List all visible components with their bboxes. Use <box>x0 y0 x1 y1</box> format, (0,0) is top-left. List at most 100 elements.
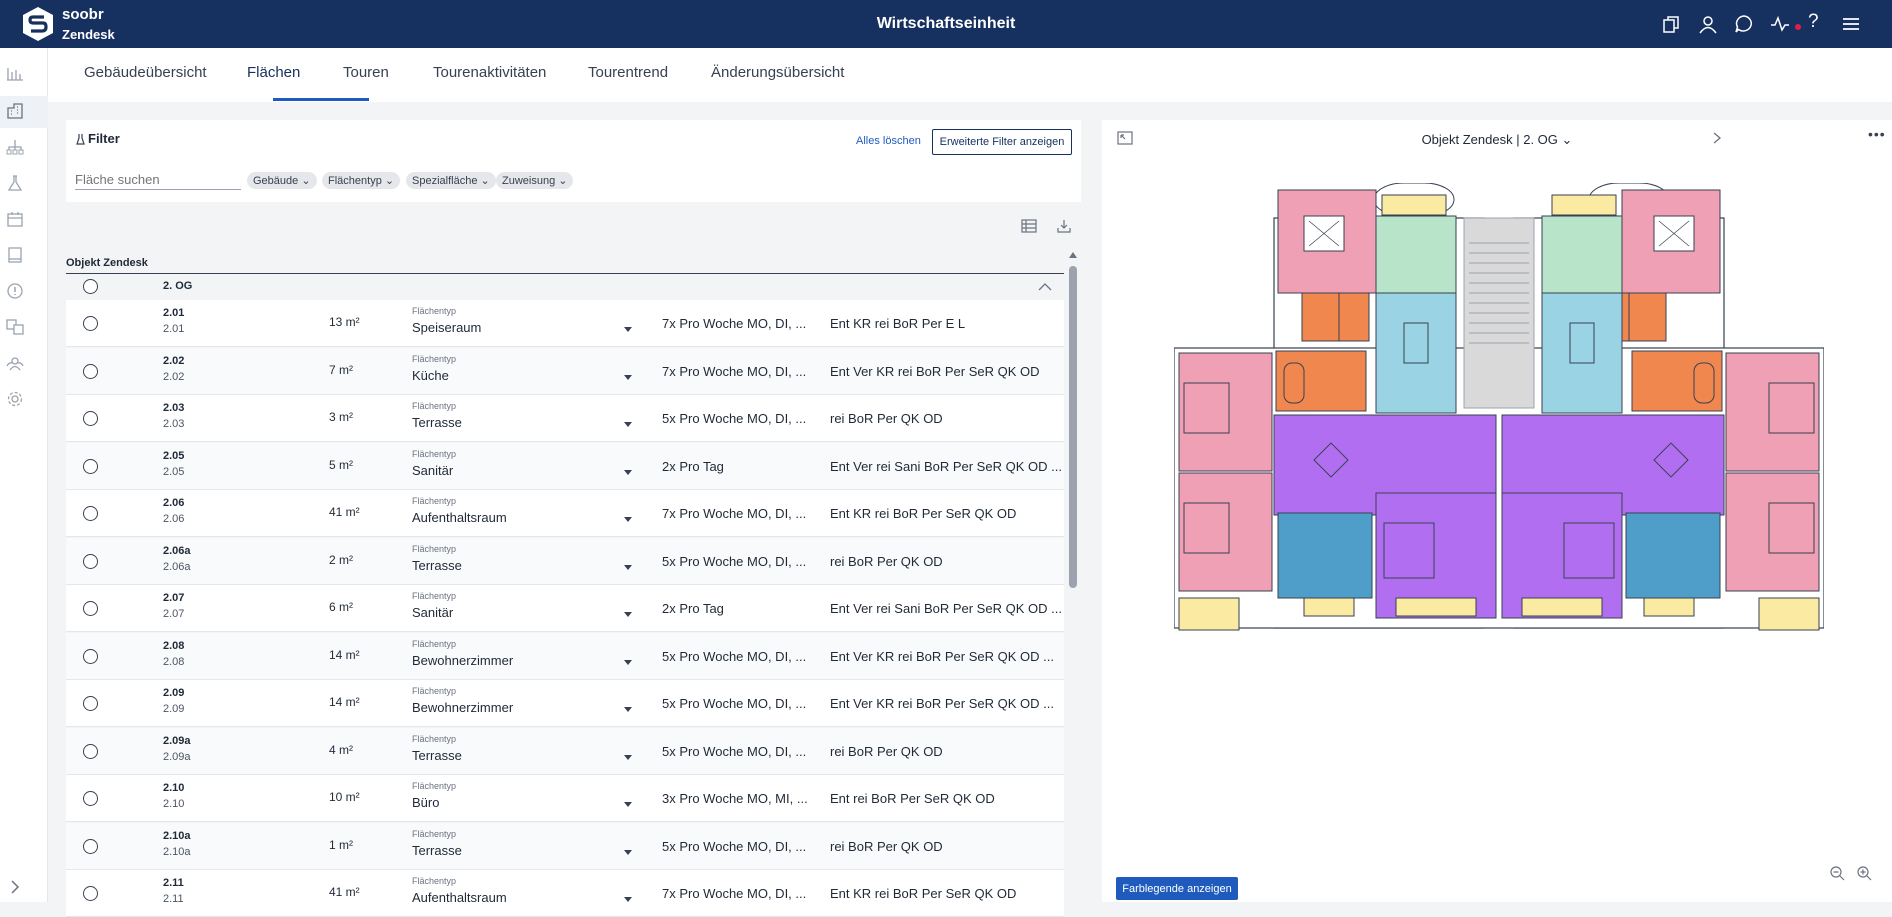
table-row[interactable]: 2.08 2.08 14 m² Flächentyp Bewohnerzimmer 5x … <box>66 632 1064 680</box>
table-row[interactable]: 2.11 2.11 41 m² Flächentyp Aufenthaltsraum 7x… <box>66 870 1064 917</box>
chevron-down-icon[interactable] <box>624 707 632 712</box>
next-floor-chevron-icon[interactable] <box>1712 131 1722 145</box>
chevron-down-icon[interactable] <box>624 422 632 427</box>
row-select-radio[interactable] <box>83 791 98 806</box>
table-row[interactable]: 2.10 2.10 10 m² Flächentyp Büro 3x Pro Woche … <box>66 775 1064 822</box>
table-row[interactable]: 2.06a 2.06a 2 m² Flächentyp Terrasse 5x Pro W… <box>66 537 1064 585</box>
area-search-input[interactable] <box>75 169 241 190</box>
menu-icon[interactable] <box>1841 14 1861 34</box>
calendar-icon[interactable] <box>6 210 24 228</box>
chip-label: Gebäude <box>253 175 299 187</box>
row-select-radio[interactable] <box>83 363 98 379</box>
plan-floor-selector[interactable]: Objekt Zendesk | 2. OG ⌄ <box>1102 132 1892 148</box>
zoom-out-icon[interactable] <box>1829 865 1845 881</box>
copy-icon[interactable] <box>1662 14 1682 34</box>
table-view-icon[interactable] <box>1021 218 1037 234</box>
chevron-down-icon[interactable] <box>624 517 632 522</box>
area-subcode: 2.02 <box>163 370 185 383</box>
floor-group-row[interactable]: 2. OG <box>66 274 1064 300</box>
user-icon[interactable] <box>1698 14 1718 34</box>
area-type-select[interactable]: Sanitär <box>412 605 453 620</box>
chevron-down-icon[interactable] <box>624 469 632 475</box>
book-icon[interactable] <box>6 246 24 264</box>
download-icon[interactable] <box>1056 218 1072 234</box>
area-type-select[interactable]: Büro <box>412 795 439 810</box>
chevron-down-icon[interactable] <box>624 564 632 570</box>
table-row[interactable]: 2.09 2.09 14 m² Flächentyp Bewohnerzimmer 5x … <box>66 680 1064 727</box>
area-type-label: Flächentyp <box>412 401 457 411</box>
chevron-down-icon[interactable] <box>624 659 632 665</box>
translate-icon[interactable] <box>6 318 24 336</box>
row-select-radio[interactable] <box>83 553 98 569</box>
row-select-radio[interactable] <box>83 601 98 616</box>
floor-plan[interactable] <box>1174 183 1824 639</box>
area-type-select[interactable]: Terrasse <box>412 415 462 430</box>
color-legend-button[interactable]: Farblegende anzeigen <box>1116 877 1238 900</box>
row-select-radio[interactable] <box>83 743 98 759</box>
area-type-select[interactable]: Terrasse <box>412 843 462 858</box>
chevron-down-icon[interactable] <box>624 802 632 807</box>
zoom-in-icon[interactable] <box>1856 865 1872 881</box>
chat-icon[interactable] <box>1734 14 1754 34</box>
area-type-select[interactable]: Terrasse <box>412 748 462 763</box>
clear-all-link[interactable]: Alles löschen <box>856 135 921 147</box>
area-type-select[interactable]: Bewohnerzimmer <box>412 653 513 668</box>
filter-chip-flaechentyp[interactable]: Flächentyp ⌄ <box>322 172 401 189</box>
area-type-select[interactable]: Sanitär <box>412 463 453 478</box>
table-row[interactable]: 2.01 2.01 13 m² Flächentyp Speiseraum 7x Pro … <box>66 300 1064 347</box>
row-select-radio[interactable] <box>83 316 98 331</box>
activity-icon[interactable] <box>1770 14 1790 34</box>
row-select-radio[interactable] <box>83 506 98 521</box>
row-select-radio[interactable] <box>83 838 98 854</box>
tab-aenderungsuebersicht[interactable]: Änderungsübersicht <box>711 64 844 81</box>
list-scrollbar[interactable] <box>1069 252 1077 902</box>
filter-chip-zuweisung[interactable]: Zuweisung ⌄ <box>496 172 574 189</box>
area-code: 2.06a <box>163 544 191 557</box>
area-type-select[interactable]: Aufenthaltsraum <box>412 510 507 525</box>
chart-icon[interactable] <box>6 64 24 82</box>
building-icon[interactable] <box>6 102 24 120</box>
row-select-radio[interactable] <box>83 411 98 426</box>
hierarchy-icon[interactable] <box>6 138 24 156</box>
table-row[interactable]: 2.09a 2.09a 4 m² Flächentyp Terrasse 5x Pro W… <box>66 727 1064 775</box>
filter-chip-spezialflaeche[interactable]: Spezialfläche ⌄ <box>406 172 496 189</box>
chevron-down-icon[interactable] <box>624 612 632 617</box>
advanced-filter-button[interactable]: Erweiterte Filter anzeigen <box>932 129 1072 155</box>
row-select-radio[interactable] <box>83 696 98 711</box>
filter-chip-gebaeude[interactable]: Gebäude ⌄ <box>247 172 317 189</box>
chevron-down-icon[interactable] <box>624 897 632 902</box>
help-icon[interactable]: ? <box>1808 11 1819 33</box>
tab-tourenaktivitaeten[interactable]: Tourenaktivitäten <box>433 64 546 81</box>
table-row[interactable]: 2.07 2.07 6 m² Flächentyp Sanitär 2x Pro Tag E… <box>66 585 1064 632</box>
area-code: 2.11 <box>163 877 184 889</box>
table-row[interactable]: 2.06 2.06 41 m² Flächentyp Aufenthaltsraum 7x… <box>66 490 1064 537</box>
floor-select-radio[interactable] <box>83 279 98 294</box>
chevron-down-icon[interactable] <box>624 327 632 332</box>
lab-flask-icon[interactable] <box>6 174 24 192</box>
chevron-down-icon[interactable] <box>624 754 632 760</box>
chevron-up-icon[interactable] <box>1038 282 1052 292</box>
table-row[interactable]: 2.03 2.03 3 m² Flächentyp Terrasse 5x Pro Woc… <box>66 395 1064 442</box>
people-icon[interactable] <box>6 354 24 372</box>
table-row[interactable]: 2.10a 2.10a 1 m² Flächentyp Terrasse 5x Pro W… <box>66 822 1064 870</box>
area-type-select[interactable]: Küche <box>412 368 449 383</box>
row-select-radio[interactable] <box>83 458 98 474</box>
row-select-radio[interactable] <box>83 886 98 901</box>
tab-tourentrend[interactable]: Tourentrend <box>588 64 668 81</box>
tab-flaechen[interactable]: Flächen <box>247 64 300 81</box>
chevron-down-icon[interactable] <box>624 374 632 380</box>
chevron-down-icon[interactable] <box>624 849 632 855</box>
table-row[interactable]: 2.05 2.05 5 m² Flächentyp Sanitär 2x Pro Tag E… <box>66 442 1064 490</box>
expand-chevron-icon[interactable] <box>6 878 24 896</box>
area-type-select[interactable]: Bewohnerzimmer <box>412 700 513 715</box>
table-row[interactable]: 2.02 2.02 7 m² Flächentyp Küche 7x Pro Woche … <box>66 347 1064 395</box>
row-select-radio[interactable] <box>83 648 98 664</box>
area-type-select[interactable]: Aufenthaltsraum <box>412 890 507 905</box>
area-type-select[interactable]: Speiseraum <box>412 320 481 335</box>
tab-touren[interactable]: Touren <box>343 64 389 81</box>
info-icon[interactable] <box>6 282 24 300</box>
more-options-icon[interactable]: ••• <box>1868 126 1886 142</box>
area-type-select[interactable]: Terrasse <box>412 558 462 573</box>
settings-icon[interactable] <box>6 390 24 408</box>
tab-gebaeudeuebersicht[interactable]: Gebäudeübersicht <box>84 64 207 81</box>
